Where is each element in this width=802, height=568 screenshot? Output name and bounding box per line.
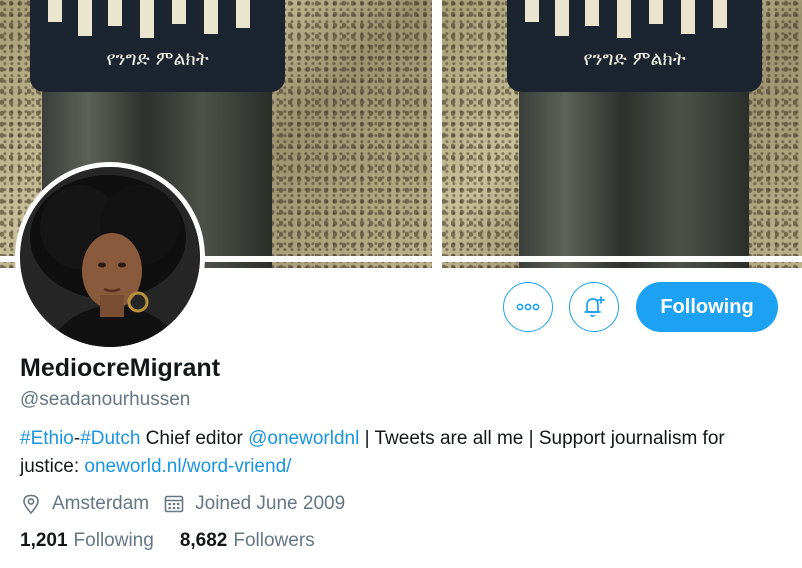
display-name: MediocreMigrant <box>20 354 221 382</box>
banner-amharic-text: የንግድ ምልክት <box>106 48 209 70</box>
followers-count: 8,682 <box>179 530 228 551</box>
profile-meta: Amsterdam Joined June 2009 <box>20 490 345 518</box>
profile-bio: #Ethio-#Dutch Chief editor @oneworldnl |… <box>20 425 780 481</box>
joined-date: Joined June 2009 <box>195 493 346 514</box>
location-text: Amsterdam <box>52 493 150 514</box>
bottle-graphic: የንግድ ምልክት <box>507 0 762 268</box>
banner-image-right: የንግድ ምልክት <box>442 0 802 268</box>
location-pin-icon <box>20 493 42 515</box>
more-options-button[interactable] <box>503 282 553 332</box>
calendar-icon <box>163 493 185 515</box>
more-dots-icon <box>516 303 540 311</box>
hashtag-link[interactable]: #Dutch <box>80 428 140 449</box>
website-link[interactable]: oneworld.nl/word-vriend/ <box>84 456 291 477</box>
following-label: Following <box>73 530 154 551</box>
followers-stat[interactable]: 8,682 Followers <box>180 530 315 552</box>
notifications-button[interactable] <box>569 282 619 332</box>
avatar[interactable] <box>20 167 200 347</box>
following-stat[interactable]: 1,201 Following <box>20 530 154 552</box>
bio-text: Chief editor <box>140 428 249 449</box>
bell-plus-icon <box>584 296 605 318</box>
hashtag-link[interactable]: #Ethio <box>20 428 74 449</box>
follow-stats: 1,201 Following 8,682 Followers <box>20 530 341 552</box>
banner-amharic-text: የንግድ ምልክት <box>583 48 686 70</box>
mention-link[interactable]: @oneworldnl <box>248 428 359 449</box>
user-handle: @seadanourhussen <box>20 389 191 410</box>
followers-label: Followers <box>233 530 315 551</box>
following-count: 1,201 <box>20 530 68 551</box>
following-button[interactable]: Following <box>636 282 778 332</box>
avatar-portrait <box>20 167 200 347</box>
